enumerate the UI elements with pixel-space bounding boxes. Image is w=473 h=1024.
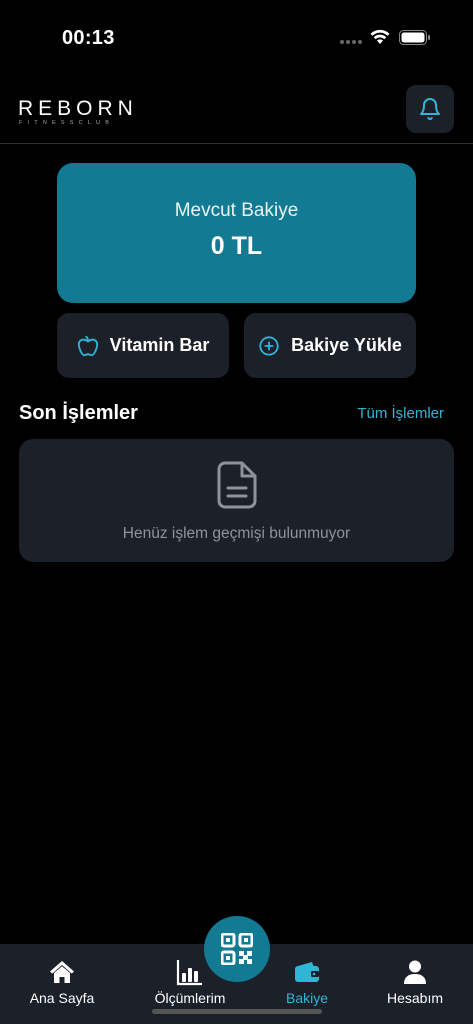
app-header: REBORN FITNESSCLUB xyxy=(0,82,473,144)
nav-label-balance: Bakiye xyxy=(285,990,329,1006)
bell-icon xyxy=(420,98,440,120)
nav-label-account: Hesabım xyxy=(386,990,444,1006)
qr-code-icon xyxy=(221,933,253,965)
nav-item-account[interactable]: Hesabım xyxy=(360,958,470,1006)
person-icon xyxy=(404,960,426,984)
svg-text:FITNESSCLUB: FITNESSCLUB xyxy=(19,120,114,126)
all-transactions-link[interactable]: Tüm İşlemler xyxy=(357,405,444,422)
empty-transactions-card: Henüz işlem geçmişi bulunmuyor xyxy=(19,439,454,562)
home-indicator xyxy=(152,1009,322,1014)
battery-icon xyxy=(399,30,430,45)
vitamin-bar-label: Vitamin Bar xyxy=(109,335,210,355)
balance-value: 0 TL xyxy=(210,232,263,260)
wallet-icon xyxy=(295,962,319,982)
nav-item-home[interactable]: Ana Sayfa xyxy=(7,958,117,1006)
notifications-button[interactable] xyxy=(406,85,454,133)
bar-chart-icon xyxy=(176,960,202,986)
cellular-signal-icon xyxy=(340,40,362,44)
header-divider xyxy=(0,143,473,144)
load-balance-button[interactable]: Bakiye Yükle xyxy=(244,313,416,378)
apple-icon xyxy=(77,335,98,356)
recent-transactions-title: Son İşlemler xyxy=(19,402,138,424)
home-icon xyxy=(50,961,74,983)
status-time: 00:13 xyxy=(62,27,115,49)
nav-label-measurements: Ölçümlerim xyxy=(154,990,226,1006)
nav-label-home: Ana Sayfa xyxy=(29,990,95,1006)
document-icon xyxy=(217,461,257,509)
plus-circle-icon xyxy=(259,335,279,356)
wifi-icon xyxy=(370,29,390,44)
status-bar: 00:13 xyxy=(0,0,473,70)
svg-text:REBORN: REBORN xyxy=(18,97,138,120)
empty-transactions-message: Henüz işlem geçmişi bulunmuyor xyxy=(122,525,351,542)
nav-item-balance[interactable]: Bakiye xyxy=(252,958,362,1006)
balance-label: Mevcut Bakiye xyxy=(174,200,299,221)
load-balance-label: Bakiye Yükle xyxy=(291,335,402,355)
vitamin-bar-button[interactable]: Vitamin Bar xyxy=(57,313,229,378)
qr-scan-button[interactable] xyxy=(204,916,270,982)
balance-card: Mevcut Bakiye 0 TL xyxy=(57,163,416,303)
reborn-logo: REBORN FITNESSCLUB xyxy=(18,97,138,126)
